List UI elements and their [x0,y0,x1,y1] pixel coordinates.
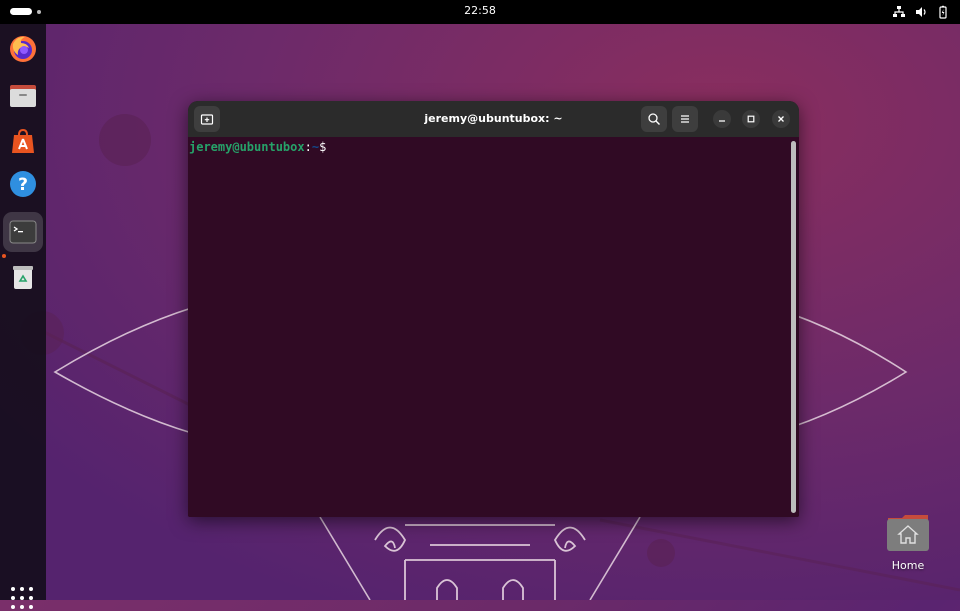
dock-app-center[interactable] [3,122,43,162]
hamburger-menu-icon [681,115,689,123]
dock-firefox[interactable] [3,29,43,69]
running-indicator [2,254,6,258]
network-icon[interactable] [892,5,906,19]
app-center-icon [12,128,34,153]
prompt-symbol: $ [319,140,327,154]
system-tray[interactable] [892,5,950,19]
search-button[interactable] [641,106,667,132]
terminal-headerbar[interactable]: jeremy@ubuntubox: ~ [188,101,799,137]
dock-trash[interactable] [3,257,43,297]
menu-button[interactable] [672,106,698,132]
minimize-icon [719,120,725,122]
home-folder-label[interactable]: Home [878,559,938,572]
battery-icon[interactable] [936,5,950,19]
clock[interactable]: 22:58 [0,4,960,17]
terminal-scrollbar[interactable] [791,141,796,513]
maximize-icon [747,115,755,123]
minimize-button[interactable] [713,110,731,128]
dock-files[interactable] [3,76,43,116]
dock-help[interactable]: ? [3,164,43,204]
search-icon [648,113,660,125]
terminal-window[interactable]: jeremy@ubuntubox: ~ jeremy@ubuntubox:~$ [188,101,799,517]
maximize-button[interactable] [742,110,760,128]
prompt-line: jeremy@ubuntubox:~$ [189,140,326,154]
help-icon: ? [10,171,36,197]
prompt-user: jeremy@ubuntubox [189,140,305,154]
terminal-output[interactable]: jeremy@ubuntubox:~$ [188,137,799,517]
files-icon [10,85,36,107]
top-bar: 22:58 [0,0,960,24]
show-apps-icon[interactable] [11,587,35,611]
firefox-icon [10,36,36,62]
dock: ? [0,24,46,609]
svg-text:?: ? [18,175,28,195]
dock-terminal[interactable] [3,212,43,252]
window-title: jeremy@ubuntubox: ~ [424,112,563,125]
volume-icon[interactable] [914,5,928,19]
close-icon [778,116,784,122]
prompt-path: ~ [311,140,320,154]
close-button[interactable] [772,110,790,128]
trash-icon [13,266,33,289]
home-folder-icon[interactable] [886,512,930,552]
prompt-colon: : [304,140,312,154]
terminal-icon [9,220,37,244]
